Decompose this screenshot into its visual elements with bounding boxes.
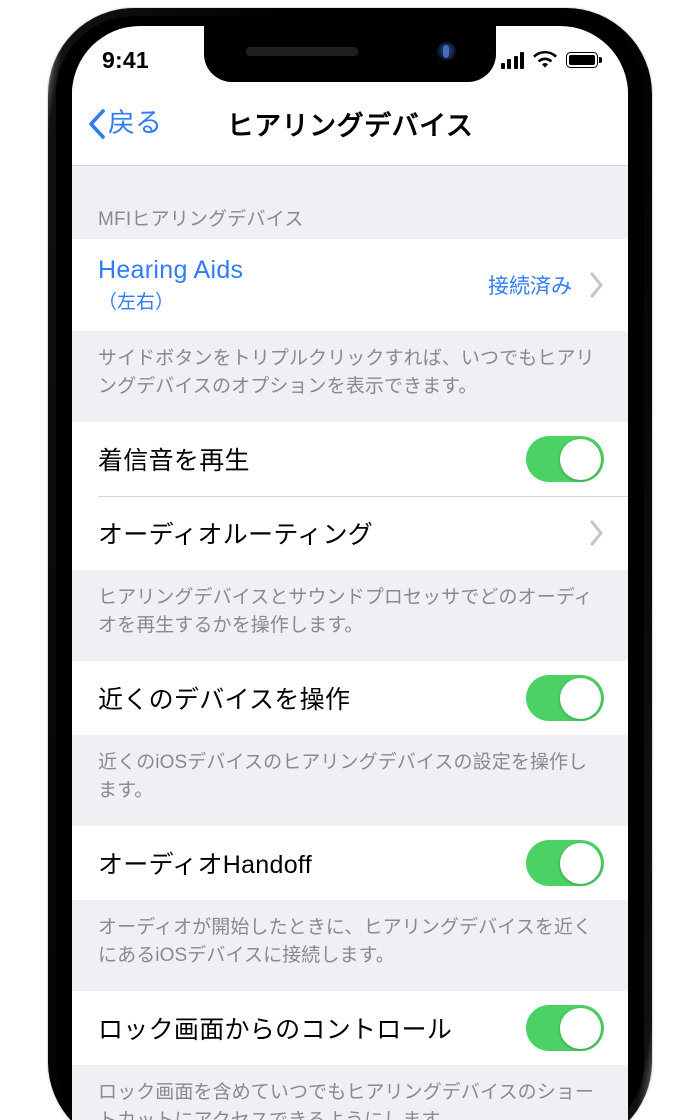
cell-group: 着信音を再生 オーディオルーティング — [72, 422, 628, 571]
chevron-right-icon — [590, 272, 603, 298]
status-bar-time: 9:41 — [102, 46, 149, 73]
toggle-control-from-lock-screen[interactable] — [526, 1005, 604, 1052]
battery-level-fill — [569, 55, 595, 65]
settings-list[interactable]: MFIヒアリングデバイス Hearing Aids （左右） 接続済み サイドボ… — [72, 166, 628, 1120]
earpiece-speaker — [246, 47, 358, 56]
iphone-screen: 9:41 戻る ヒアリングデバイス MFIヒアリングデバイス Hearing A… — [72, 26, 628, 1120]
row-control-from-lock-screen[interactable]: ロック画面からのコントロール — [72, 991, 628, 1066]
row-audio-routing[interactable]: オーディオルーティング — [72, 496, 628, 571]
row-title: 近くのデバイスを操作 — [98, 686, 351, 715]
toggle-knob — [560, 677, 601, 719]
front-camera-icon — [437, 42, 456, 61]
row-hearing-aids[interactable]: Hearing Aids （左右） 接続済み — [72, 239, 628, 331]
row-title: オーディオルーティング — [98, 521, 374, 550]
screenshot-stage: 9:41 戻る ヒアリングデバイス MFIヒアリングデバイス Hearing A… — [0, 0, 700, 1120]
row-title: Hearing Aids — [98, 256, 244, 284]
row-subtitle: （左右） — [98, 292, 175, 313]
status-bar-indicators — [500, 51, 598, 69]
cell-group: ロック画面からのコントロール — [72, 991, 628, 1066]
cellular-signal-icon — [500, 51, 524, 69]
row-title: オーディオHandoff — [98, 851, 312, 880]
back-button-label: 戻る — [108, 108, 162, 138]
section-audio: 着信音を再生 オーディオルーティング ヒアリングデバイスとサウンドプロセッサでど… — [72, 422, 628, 661]
section-audio-handoff: オーディオHandoff オーディオが開始したときに、ヒアリングデバイスを近くに… — [72, 826, 628, 991]
row-play-ringtone[interactable]: 着信音を再生 — [72, 422, 628, 497]
section-footer: ロック画面を含めていつでもヒアリングデバイスのショートカットにアクセスできるよう… — [98, 1082, 595, 1120]
toggle-knob — [560, 842, 601, 884]
row-accessory-stack: 接続済み — [488, 270, 604, 300]
section-footer: ヒアリングデバイスとサウンドプロセッサでどのオーディオを再生するかを操作します。 — [98, 587, 593, 636]
row-label-stack: Hearing Aids （左右） — [98, 256, 243, 314]
navigation-bar: 戻る ヒアリングデバイス — [72, 82, 628, 166]
wifi-icon — [533, 51, 557, 68]
display-notch — [204, 26, 496, 82]
section-footer: サイドボタンをトリプルクリックすれば、いつでもヒアリングデバイスのオプションを表… — [98, 348, 595, 397]
chevron-right-icon — [590, 520, 603, 546]
toggle-knob — [560, 1007, 601, 1049]
section-mfi-hearing-devices: MFIヒアリングデバイス Hearing Aids （左右） 接続済み サイドボ… — [72, 166, 628, 422]
cell-group: Hearing Aids （左右） 接続済み — [72, 239, 628, 331]
back-button[interactable]: 戻る — [88, 108, 162, 139]
row-title: 着信音を再生 — [98, 447, 250, 476]
section-lock-screen-control: ロック画面からのコントロール ロック画面を含めていつでもヒアリングデバイスのショ… — [72, 991, 628, 1120]
section-control-nearby-devices: 近くのデバイスを操作 近くのiOSデバイスのヒアリングデバイスの設定を操作します… — [72, 661, 628, 826]
battery-full-icon — [566, 52, 598, 68]
section-footer: オーディオが開始したときに、ヒアリングデバイスを近くにあるiOSデバイスに接続し… — [98, 917, 593, 966]
row-control-nearby-devices[interactable]: 近くのデバイスを操作 — [72, 661, 628, 736]
toggle-audio-handoff[interactable] — [526, 840, 604, 887]
toggle-knob — [560, 438, 601, 480]
toggle-play-ringtone[interactable] — [526, 436, 604, 483]
row-title: ロック画面からのコントロール — [98, 1016, 453, 1045]
section-header: MFIヒアリングデバイス — [98, 209, 304, 230]
toggle-control-nearby-devices[interactable] — [526, 675, 604, 722]
section-footer: 近くのiOSデバイスのヒアリングデバイスの設定を操作します。 — [98, 752, 588, 801]
status-badge: 接続済み — [488, 275, 572, 298]
row-audio-handoff[interactable]: オーディオHandoff — [72, 826, 628, 901]
cell-group: オーディオHandoff — [72, 826, 628, 901]
cell-group: 近くのデバイスを操作 — [72, 661, 628, 736]
chevron-left-icon — [89, 108, 105, 139]
